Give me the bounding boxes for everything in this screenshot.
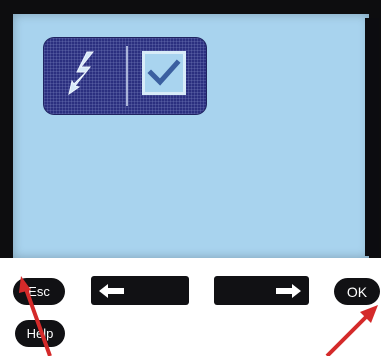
screen-edge xyxy=(365,18,379,256)
panel-divider xyxy=(126,46,128,106)
previous-button[interactable] xyxy=(91,276,189,305)
ok-button[interactable]: OK xyxy=(334,278,380,305)
next-button[interactable] xyxy=(214,276,309,305)
lightning-bolt-icon xyxy=(62,50,108,96)
esc-button[interactable]: Esc xyxy=(13,278,65,305)
help-button-label: Help xyxy=(26,326,54,341)
arrow-left-icon xyxy=(99,283,125,299)
help-button[interactable]: Help xyxy=(15,320,65,347)
checkbox-checked-icon xyxy=(142,51,186,95)
esc-button-label: Esc xyxy=(28,284,50,299)
ok-button-label: OK xyxy=(346,283,368,300)
lcd-screen xyxy=(13,14,369,258)
status-icon-panel xyxy=(44,38,206,114)
arrow-right-icon xyxy=(275,283,301,299)
